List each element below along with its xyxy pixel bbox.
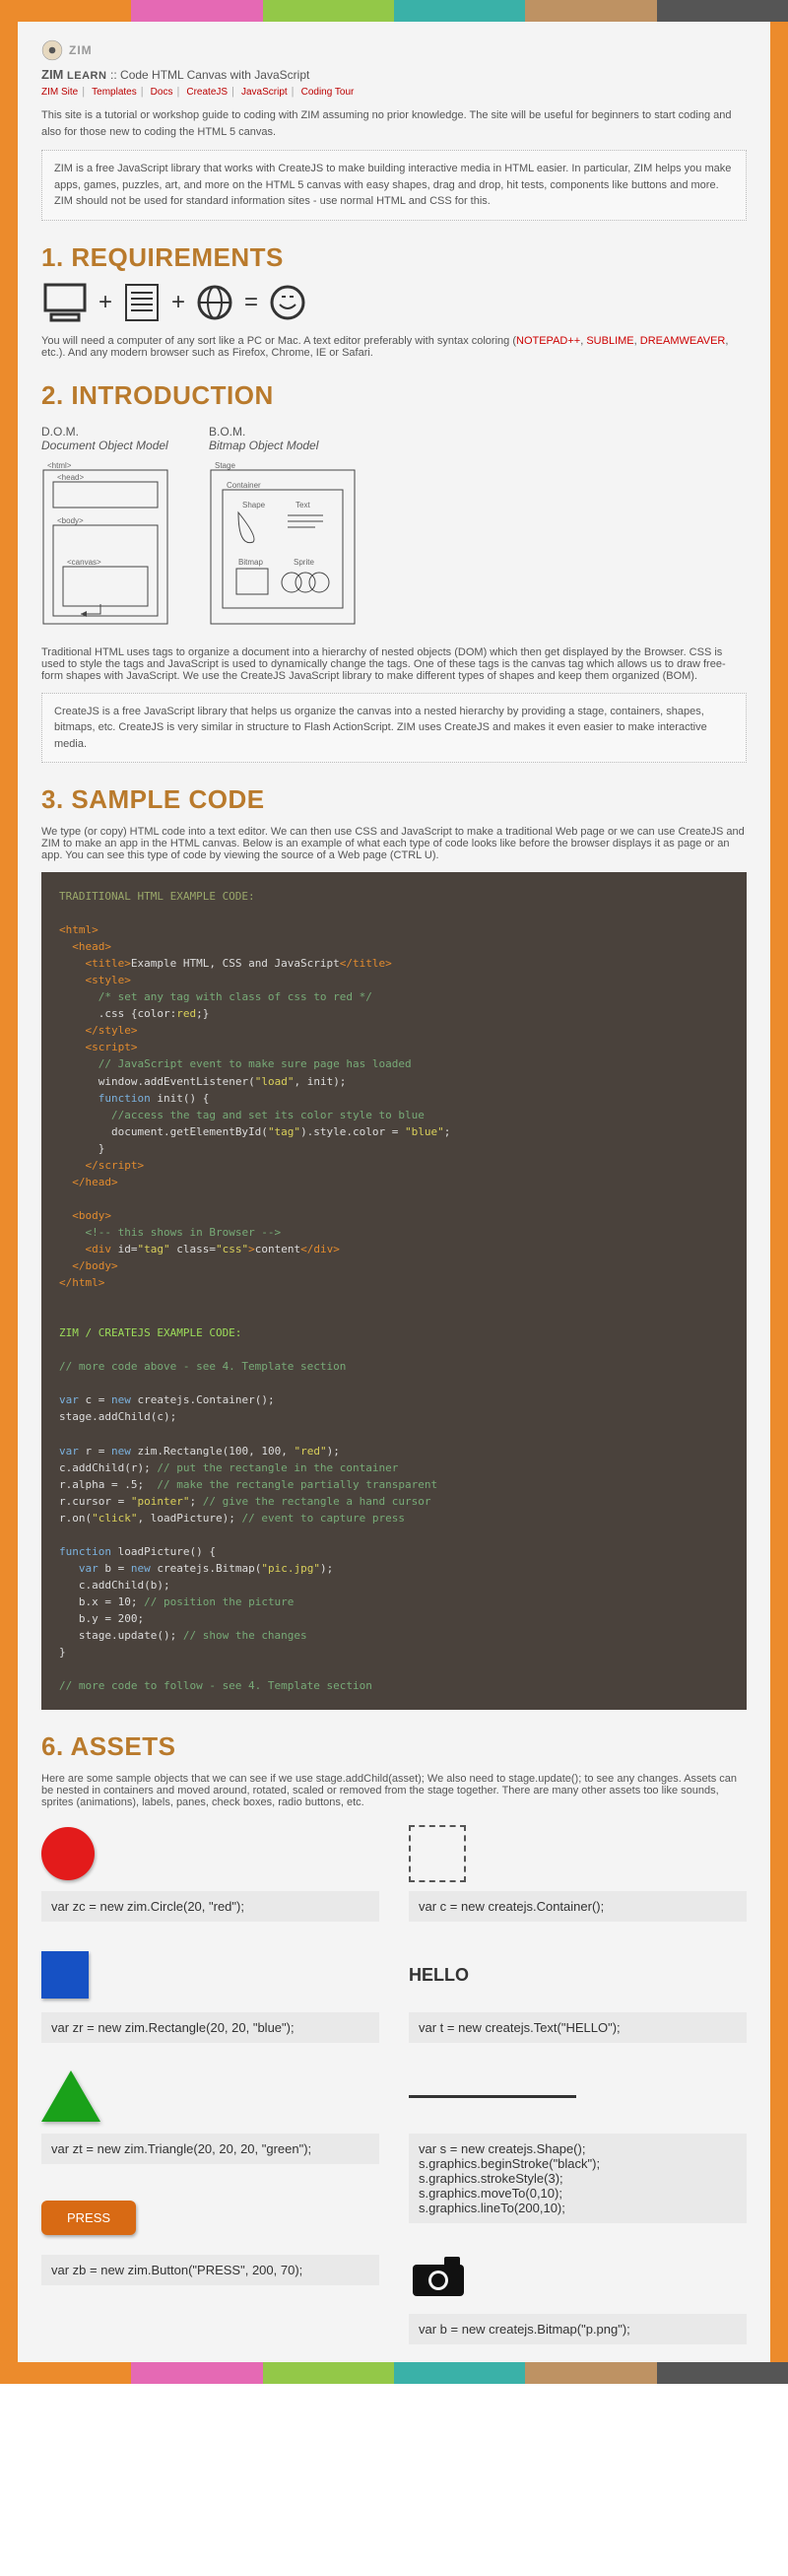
svg-text:Sprite: Sprite <box>294 558 314 567</box>
svg-text:Shape: Shape <box>242 501 266 509</box>
svg-text:<head>: <head> <box>57 473 84 482</box>
circle-icon <box>41 1827 95 1880</box>
dom-bom-diagram: D.O.M. Document Object Model <html> <hea… <box>41 425 747 629</box>
bom-diagram-icon: Stage Container Shape Text Bitmap Sprite <box>209 458 357 626</box>
nav-coding-tour[interactable]: Coding Tour <box>301 87 355 98</box>
bottom-stripes <box>0 2362 788 2384</box>
nav-links: ZIM Site| Templates| Docs| CreateJS| Jav… <box>41 86 747 98</box>
section-introduction-heading: 2. INTRODUCTION <box>41 380 747 411</box>
assets-text: Here are some sample objects that we can… <box>41 1773 747 1808</box>
introduction-callout: CreateJS is a free JavaScript library th… <box>41 693 747 764</box>
nav-templates[interactable]: Templates <box>92 87 137 98</box>
requirements-icons: + + = <box>41 281 747 324</box>
link-sublime[interactable]: SUBLIME <box>586 335 633 347</box>
svg-text:<html>: <html> <box>47 461 72 470</box>
page-title: ZIM LEARN :: Code HTML Canvas with JavaS… <box>41 67 747 82</box>
editor-icon <box>122 281 162 324</box>
svg-text:Stage: Stage <box>215 461 235 470</box>
top-stripes <box>0 0 788 22</box>
asset-triangle: var zt = new zim.Triangle(20, 20, 20, "g… <box>41 2065 379 2164</box>
zim-logo-icon <box>41 39 63 61</box>
asset-container: var c = new createjs.Container(); <box>409 1822 747 1922</box>
intro-callout: ZIM is a free JavaScript library that wo… <box>41 150 747 221</box>
dom-diagram-icon: <html> <head> <body> <canvas> <box>41 458 169 626</box>
section-requirements-heading: 1. REQUIREMENTS <box>41 242 747 273</box>
square-icon <box>41 1951 89 1999</box>
line-icon <box>409 2095 576 2098</box>
svg-text:Bitmap: Bitmap <box>238 558 263 567</box>
nav-createjs[interactable]: CreateJS <box>186 87 228 98</box>
svg-text:Container: Container <box>227 481 261 490</box>
svg-text:<canvas>: <canvas> <box>67 558 101 567</box>
asset-circle: var zc = new zim.Circle(20, "red"); <box>41 1822 379 1922</box>
intro-text: This site is a tutorial or workshop guid… <box>41 107 747 140</box>
computer-icon <box>41 281 89 324</box>
nav-docs[interactable]: Docs <box>151 87 173 98</box>
logo-text: ZIM <box>69 43 93 57</box>
container-icon <box>409 1825 466 1882</box>
link-notepad[interactable]: NOTEPAD++ <box>516 335 580 347</box>
logo: ZIM <box>41 39 747 61</box>
code-block: TRADITIONAL HTML EXAMPLE CODE: <html> <h… <box>41 872 747 1710</box>
smile-icon <box>268 283 307 322</box>
svg-text:<body>: <body> <box>57 516 84 525</box>
introduction-text: Traditional HTML uses tags to organize a… <box>41 646 747 682</box>
sample-code-text: We type (or copy) HTML code into a text … <box>41 826 747 861</box>
link-dreamweaver[interactable]: DREAMWEAVER <box>640 335 726 347</box>
asset-rectangle: var zr = new zim.Rectangle(20, 20, "blue… <box>41 1943 379 2043</box>
nav-javascript[interactable]: JavaScript <box>241 87 288 98</box>
svg-text:Text: Text <box>296 501 310 509</box>
asset-shape: var s = new createjs.Shape(); s.graphics… <box>409 2065 747 2223</box>
nav-zim-site[interactable]: ZIM Site <box>41 87 78 98</box>
press-button[interactable]: PRESS <box>41 2201 136 2235</box>
section-assets-heading: 6. ASSETS <box>41 1731 747 1762</box>
requirements-text: You will need a computer of any sort lik… <box>41 335 747 359</box>
asset-button: PRESS var zb = new zim.Button("PRESS", 2… <box>41 2186 379 2285</box>
triangle-icon <box>41 2070 100 2122</box>
section-sample-code-heading: 3. SAMPLE CODE <box>41 784 747 815</box>
camera-icon <box>409 2253 468 2300</box>
asset-bitmap: var b = new createjs.Bitmap("p.png"); <box>409 2245 747 2344</box>
text-icon: HELLO <box>409 1965 469 1986</box>
browser-icon <box>195 283 234 322</box>
asset-text: HELLO var t = new createjs.Text("HELLO")… <box>409 1943 747 2043</box>
